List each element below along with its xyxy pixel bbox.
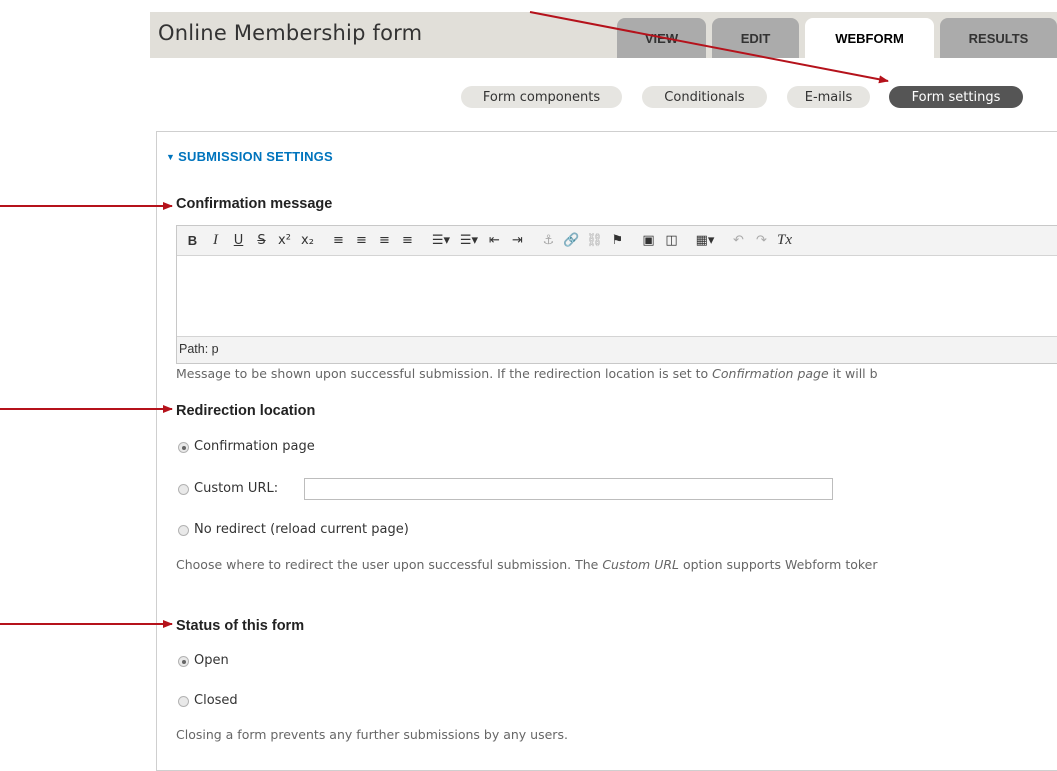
annotation-arrows bbox=[0, 11, 889, 628]
annotation-arrow-form-settings bbox=[529, 11, 889, 84]
